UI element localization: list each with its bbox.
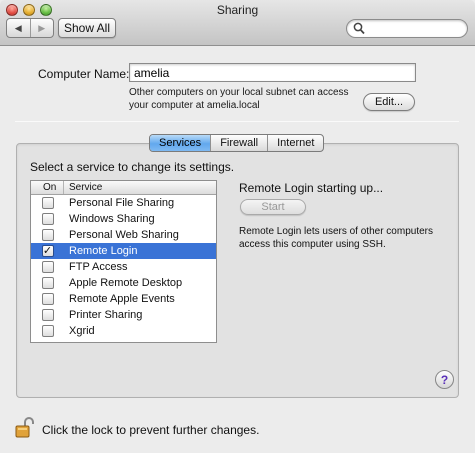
tab-services[interactable]: Services bbox=[150, 135, 211, 151]
service-checkbox[interactable] bbox=[41, 229, 54, 241]
column-header-on[interactable]: On bbox=[31, 181, 64, 194]
lock-message: Click the lock to prevent further change… bbox=[42, 423, 260, 437]
computer-name-label: Computer Name: bbox=[38, 67, 130, 81]
service-checkbox-cell bbox=[31, 293, 64, 305]
service-row[interactable]: Apple Remote Desktop bbox=[31, 275, 216, 291]
back-arrow-icon[interactable]: ◀ bbox=[7, 19, 30, 37]
section-divider bbox=[15, 121, 459, 122]
service-checkbox[interactable] bbox=[41, 325, 54, 337]
window-title: Sharing bbox=[216, 3, 259, 17]
search-icon bbox=[353, 22, 365, 35]
table-header: On Service bbox=[31, 181, 216, 195]
service-checkbox-cell bbox=[31, 229, 64, 241]
start-button[interactable]: Start bbox=[240, 199, 306, 215]
service-name: Personal Web Sharing bbox=[69, 229, 179, 241]
service-name: Personal File Sharing bbox=[69, 197, 175, 209]
service-checkbox-cell bbox=[31, 309, 64, 321]
service-name: Apple Remote Desktop bbox=[69, 277, 183, 289]
service-checkbox[interactable] bbox=[41, 261, 54, 273]
services-rows: Personal File Sharing Windows Sharing Pers… bbox=[31, 195, 216, 339]
service-checkbox[interactable] bbox=[41, 213, 54, 225]
search-field bbox=[346, 19, 468, 38]
service-name: Remote Apple Events bbox=[69, 293, 175, 305]
service-status-text: Remote Login starting up... bbox=[239, 181, 384, 195]
service-name: Remote Login bbox=[69, 245, 138, 257]
service-row[interactable]: Xgrid bbox=[31, 323, 216, 339]
service-checkbox[interactable]: ✓ bbox=[41, 245, 54, 257]
toolbar: Sharing ◀ ▶ Show All bbox=[0, 0, 475, 46]
sharing-window: Sharing ◀ ▶ Show All Computer Name: Othe… bbox=[0, 0, 475, 453]
service-row[interactable]: FTP Access bbox=[31, 259, 216, 275]
tab-bar: Services Firewall Internet bbox=[149, 134, 325, 152]
help-button[interactable]: ? bbox=[435, 370, 454, 389]
service-name: Windows Sharing bbox=[69, 213, 155, 225]
service-name: Printer Sharing bbox=[69, 309, 143, 321]
service-name: Xgrid bbox=[69, 325, 95, 337]
service-row[interactable]: Windows Sharing bbox=[31, 211, 216, 227]
checkmark-icon: ✓ bbox=[42, 245, 53, 257]
service-checkbox[interactable] bbox=[41, 277, 54, 289]
service-row[interactable]: Printer Sharing bbox=[31, 307, 216, 323]
services-table: On Service Personal File Sharing Windows … bbox=[30, 180, 217, 343]
computer-name-field[interactable] bbox=[129, 63, 416, 82]
edit-button[interactable]: Edit... bbox=[363, 93, 415, 111]
tab-firewall[interactable]: Firewall bbox=[210, 135, 267, 151]
service-checkbox[interactable] bbox=[41, 293, 54, 305]
tab-internet[interactable]: Internet bbox=[267, 135, 323, 151]
column-header-service[interactable]: Service bbox=[64, 181, 102, 194]
show-all-button[interactable]: Show All bbox=[58, 18, 116, 38]
service-checkbox[interactable] bbox=[41, 309, 54, 321]
back-forward-control: ◀ ▶ bbox=[6, 18, 54, 38]
search-input[interactable] bbox=[367, 21, 462, 36]
service-checkbox-cell bbox=[31, 325, 64, 337]
service-checkbox-cell bbox=[31, 197, 64, 209]
service-checkbox-cell bbox=[31, 213, 64, 225]
service-row[interactable]: Personal File Sharing bbox=[31, 195, 216, 211]
service-name: FTP Access bbox=[69, 261, 128, 273]
computer-name-description: Other computers on your local subnet can… bbox=[129, 87, 349, 111]
services-prompt: Select a service to change its settings. bbox=[30, 160, 235, 174]
service-row[interactable]: Personal Web Sharing bbox=[31, 227, 216, 243]
service-checkbox-cell: ✓ bbox=[31, 245, 64, 257]
service-checkbox-cell bbox=[31, 277, 64, 289]
service-row[interactable]: ✓ Remote Login bbox=[31, 243, 216, 259]
forward-arrow-icon[interactable]: ▶ bbox=[29, 19, 54, 37]
service-checkbox-cell bbox=[31, 261, 64, 273]
service-row[interactable]: Remote Apple Events bbox=[31, 291, 216, 307]
service-checkbox[interactable] bbox=[41, 197, 54, 209]
lock-icon[interactable] bbox=[14, 416, 36, 438]
service-description: Remote Login lets users of other compute… bbox=[239, 226, 433, 250]
